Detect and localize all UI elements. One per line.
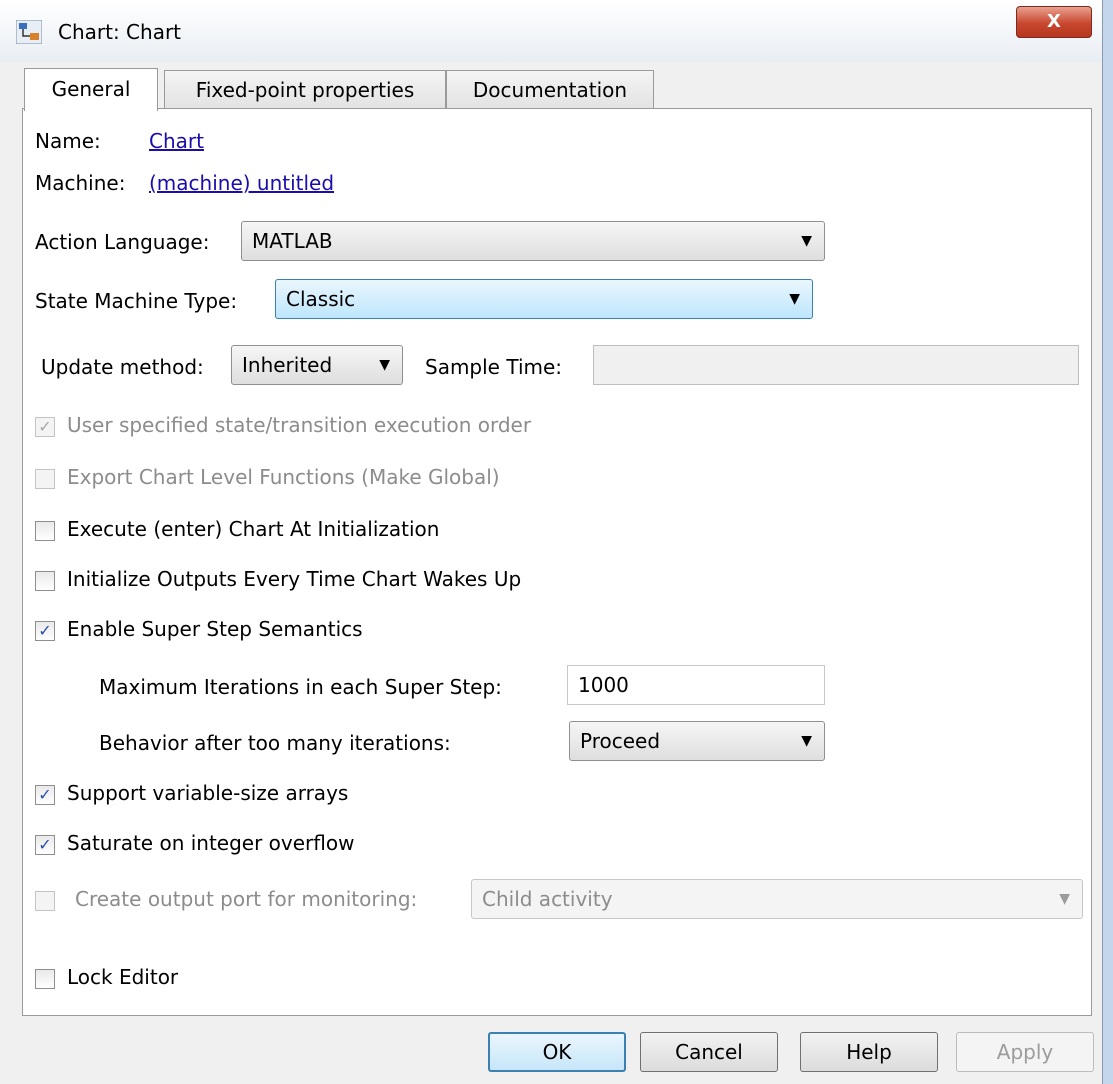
output-port-label: Create output port for monitoring: bbox=[75, 887, 418, 911]
export-functions-label: Export Chart Level Functions (Make Globa… bbox=[67, 465, 500, 489]
update-method-label: Update method: bbox=[41, 355, 204, 379]
close-button[interactable]: X bbox=[1016, 6, 1092, 38]
dropdown-arrow-icon: ▼ bbox=[801, 233, 812, 249]
behavior-value: Proceed bbox=[580, 729, 661, 753]
desktop-background bbox=[1102, 0, 1113, 1084]
user-order-label: User specified state/transition executio… bbox=[67, 413, 532, 437]
tab-general[interactable]: General bbox=[24, 68, 158, 111]
lock-editor-checkbox[interactable] bbox=[35, 969, 55, 989]
max-iterations-label: Maximum Iterations in each Super Step: bbox=[99, 675, 502, 699]
monitoring-value: Child activity bbox=[482, 887, 613, 911]
title-bar[interactable]: Chart: Chart X bbox=[0, 0, 1102, 62]
update-method-select[interactable]: Inherited ▼ bbox=[231, 345, 403, 385]
general-panel: Name: Chart Machine: (machine) untitled … bbox=[22, 108, 1092, 1016]
dropdown-arrow-icon: ▼ bbox=[379, 357, 390, 373]
name-label: Name: bbox=[35, 129, 101, 153]
machine-label: Machine: bbox=[35, 171, 126, 195]
saturate-checkbox[interactable]: ✓ bbox=[35, 835, 55, 855]
lock-editor-label: Lock Editor bbox=[67, 965, 179, 989]
cancel-button[interactable]: Cancel bbox=[640, 1032, 778, 1072]
super-step-label: Enable Super Step Semantics bbox=[67, 617, 363, 641]
dropdown-arrow-icon: ▼ bbox=[1059, 891, 1070, 907]
tab-documentation[interactable]: Documentation bbox=[446, 70, 654, 108]
state-machine-type-label: State Machine Type: bbox=[35, 289, 238, 313]
window-title: Chart: Chart bbox=[58, 20, 182, 44]
state-machine-type-value: Classic bbox=[286, 287, 356, 311]
dropdown-arrow-icon: ▼ bbox=[789, 291, 800, 307]
chart-app-icon bbox=[16, 20, 42, 44]
dropdown-arrow-icon: ▼ bbox=[801, 733, 812, 749]
variable-size-checkbox[interactable]: ✓ bbox=[35, 785, 55, 805]
update-method-value: Inherited bbox=[242, 353, 333, 377]
sample-time-field[interactable] bbox=[593, 345, 1079, 385]
super-step-checkbox[interactable]: ✓ bbox=[35, 621, 55, 641]
output-port-checkbox[interactable] bbox=[35, 891, 55, 911]
close-icon: X bbox=[1047, 11, 1061, 32]
action-language-select[interactable]: MATLAB ▼ bbox=[241, 221, 825, 261]
init-outputs-checkbox[interactable] bbox=[35, 571, 55, 591]
export-functions-checkbox[interactable] bbox=[35, 469, 55, 489]
saturate-label: Saturate on integer overflow bbox=[67, 831, 355, 855]
sample-time-label: Sample Time: bbox=[425, 355, 563, 379]
user-order-checkbox[interactable]: ✓ bbox=[35, 417, 55, 437]
ok-button[interactable]: OK bbox=[488, 1032, 626, 1072]
max-iterations-field[interactable]: 1000 bbox=[567, 665, 825, 705]
variable-size-label: Support variable-size arrays bbox=[67, 781, 349, 805]
tab-fixed-point-properties[interactable]: Fixed-point properties bbox=[164, 70, 446, 108]
monitoring-select[interactable]: Child activity ▼ bbox=[471, 879, 1083, 919]
behavior-label: Behavior after too many iterations: bbox=[99, 731, 451, 755]
init-outputs-label: Initialize Outputs Every Time Chart Wake… bbox=[67, 567, 522, 591]
action-language-value: MATLAB bbox=[252, 229, 333, 253]
help-button[interactable]: Help bbox=[800, 1032, 938, 1072]
machine-link[interactable]: (machine) untitled bbox=[149, 171, 334, 195]
behavior-select[interactable]: Proceed ▼ bbox=[569, 721, 825, 761]
apply-button[interactable]: Apply bbox=[956, 1032, 1094, 1072]
execute-at-init-checkbox[interactable] bbox=[35, 521, 55, 541]
execute-at-init-label: Execute (enter) Chart At Initialization bbox=[67, 517, 440, 541]
state-machine-type-select[interactable]: Classic ▼ bbox=[275, 279, 813, 319]
dialog-window: Chart: Chart X General Fixed-point prope… bbox=[0, 0, 1103, 1084]
action-language-label: Action Language: bbox=[35, 230, 210, 254]
name-link[interactable]: Chart bbox=[149, 129, 204, 153]
